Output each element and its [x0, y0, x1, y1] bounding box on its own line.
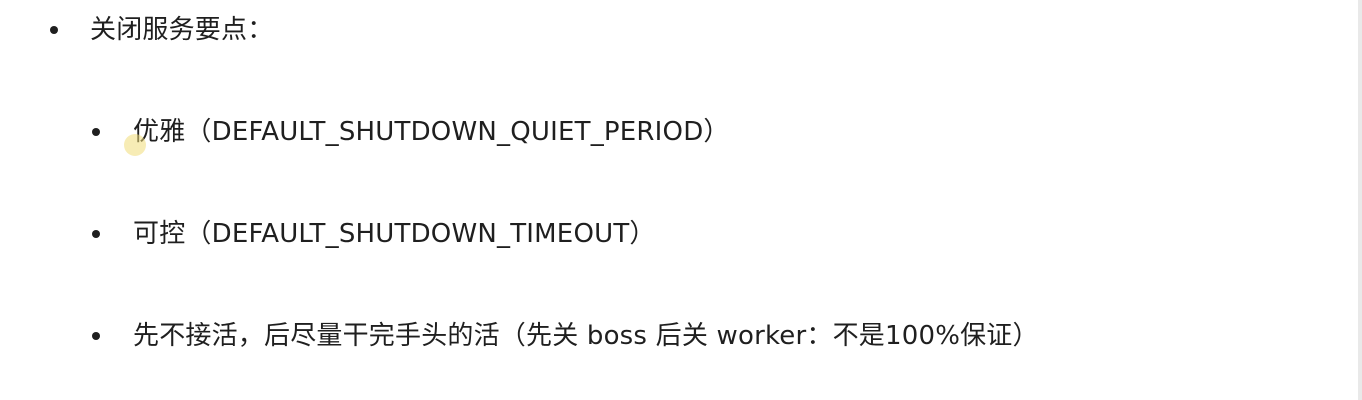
bullet-icon: [92, 332, 100, 340]
list-item: 可控（DEFAULT_SHUTDOWN_TIMEOUT）: [0, 214, 1300, 254]
list-item-text: 可控（DEFAULT_SHUTDOWN_TIMEOUT）: [133, 219, 656, 249]
list-item-text: 优雅（DEFAULT_SHUTDOWN_QUIET_PERIOD）: [133, 117, 730, 147]
cursor-highlight-icon: [124, 134, 146, 156]
heading-text: 关闭服务要点：: [90, 15, 274, 45]
right-edge-strip: [1358, 0, 1362, 400]
list-item-text: 先不接活，后尽量干完手头的活（先关 boss 后关 worker：不是100%保…: [133, 321, 1039, 351]
bullet-icon: [92, 230, 100, 238]
top-level-bullet-item: 关闭服务要点：: [0, 10, 1300, 50]
list-item: 优雅（DEFAULT_SHUTDOWN_QUIET_PERIOD）: [0, 112, 1300, 152]
list-item: 先不接活，后尽量干完手头的活（先关 boss 后关 worker：不是100%保…: [0, 316, 1300, 356]
bullet-icon: [92, 128, 100, 136]
bullet-icon: [50, 26, 58, 34]
